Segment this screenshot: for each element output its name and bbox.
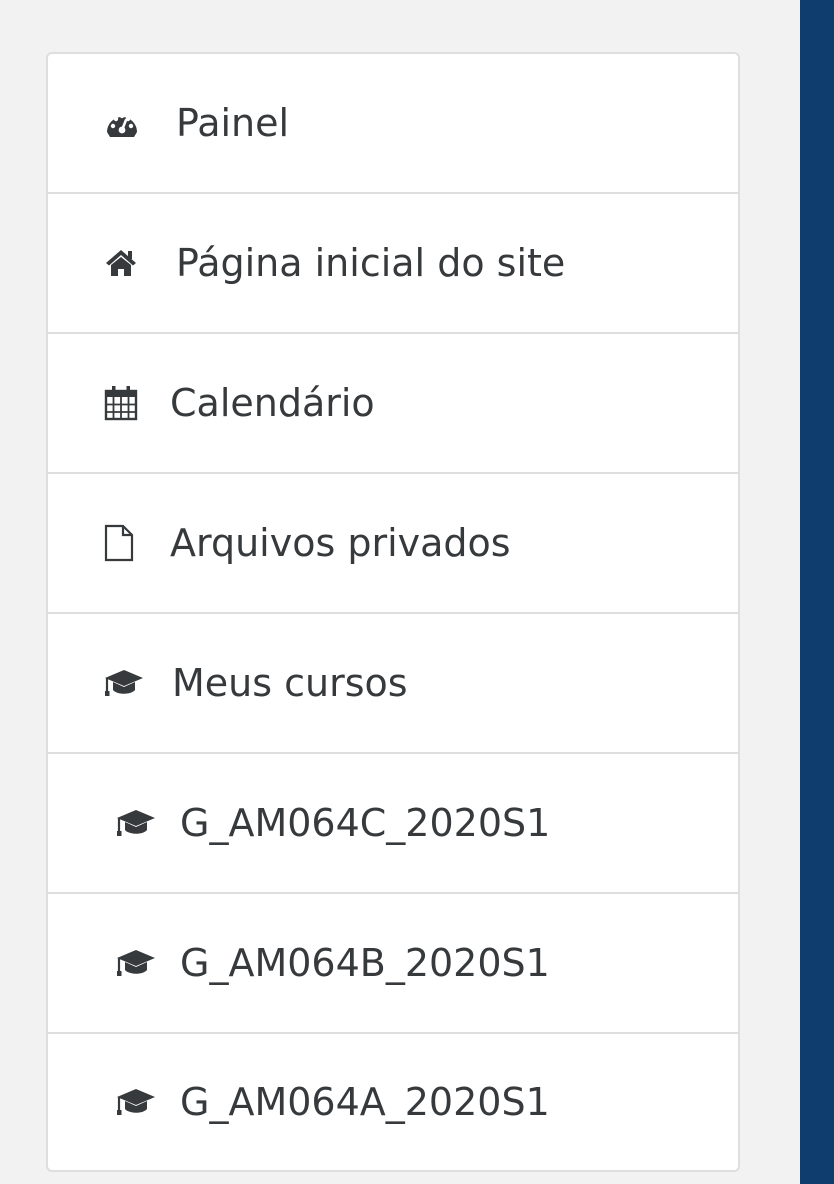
graduation-cap-icon	[116, 803, 166, 843]
calendar-icon	[104, 383, 154, 423]
nav-item-label: Arquivos privados	[170, 521, 511, 565]
nav-item-label: G_AM064B_2020S1	[180, 941, 550, 985]
nav-item-label: Meus cursos	[172, 661, 408, 705]
nav-item-label: Painel	[176, 101, 290, 145]
nav-item-course-g-am064c[interactable]: G_AM064C_2020S1	[46, 752, 740, 892]
nav-item-home[interactable]: Página inicial do site	[46, 192, 740, 332]
nav-item-calendar[interactable]: Calendário	[46, 332, 740, 472]
graduation-cap-icon	[116, 1082, 166, 1122]
nav-item-label: Página inicial do site	[176, 241, 566, 285]
app-window: Painel Página inicial do site Calendário…	[0, 0, 834, 1184]
graduation-cap-icon	[116, 943, 166, 983]
nav-item-course-g-am064b[interactable]: G_AM064B_2020S1	[46, 892, 740, 1032]
nav-item-private-files[interactable]: Arquivos privados	[46, 472, 740, 612]
nav-item-course-g-am064a[interactable]: G_AM064A_2020S1	[46, 1032, 740, 1172]
graduation-cap-icon	[104, 663, 154, 703]
home-icon	[104, 243, 154, 283]
page-content-edge	[800, 0, 834, 1184]
file-icon	[104, 523, 154, 563]
nav-list: Painel Página inicial do site Calendário…	[46, 52, 740, 1172]
nav-item-label: G_AM064C_2020S1	[180, 801, 551, 845]
dashboard-icon	[104, 103, 154, 143]
nav-item-painel[interactable]: Painel	[46, 52, 740, 192]
navigation-drawer: Painel Página inicial do site Calendário…	[0, 0, 800, 1184]
nav-item-my-courses[interactable]: Meus cursos	[46, 612, 740, 752]
nav-item-label: Calendário	[170, 381, 375, 425]
nav-item-label: G_AM064A_2020S1	[180, 1080, 550, 1124]
